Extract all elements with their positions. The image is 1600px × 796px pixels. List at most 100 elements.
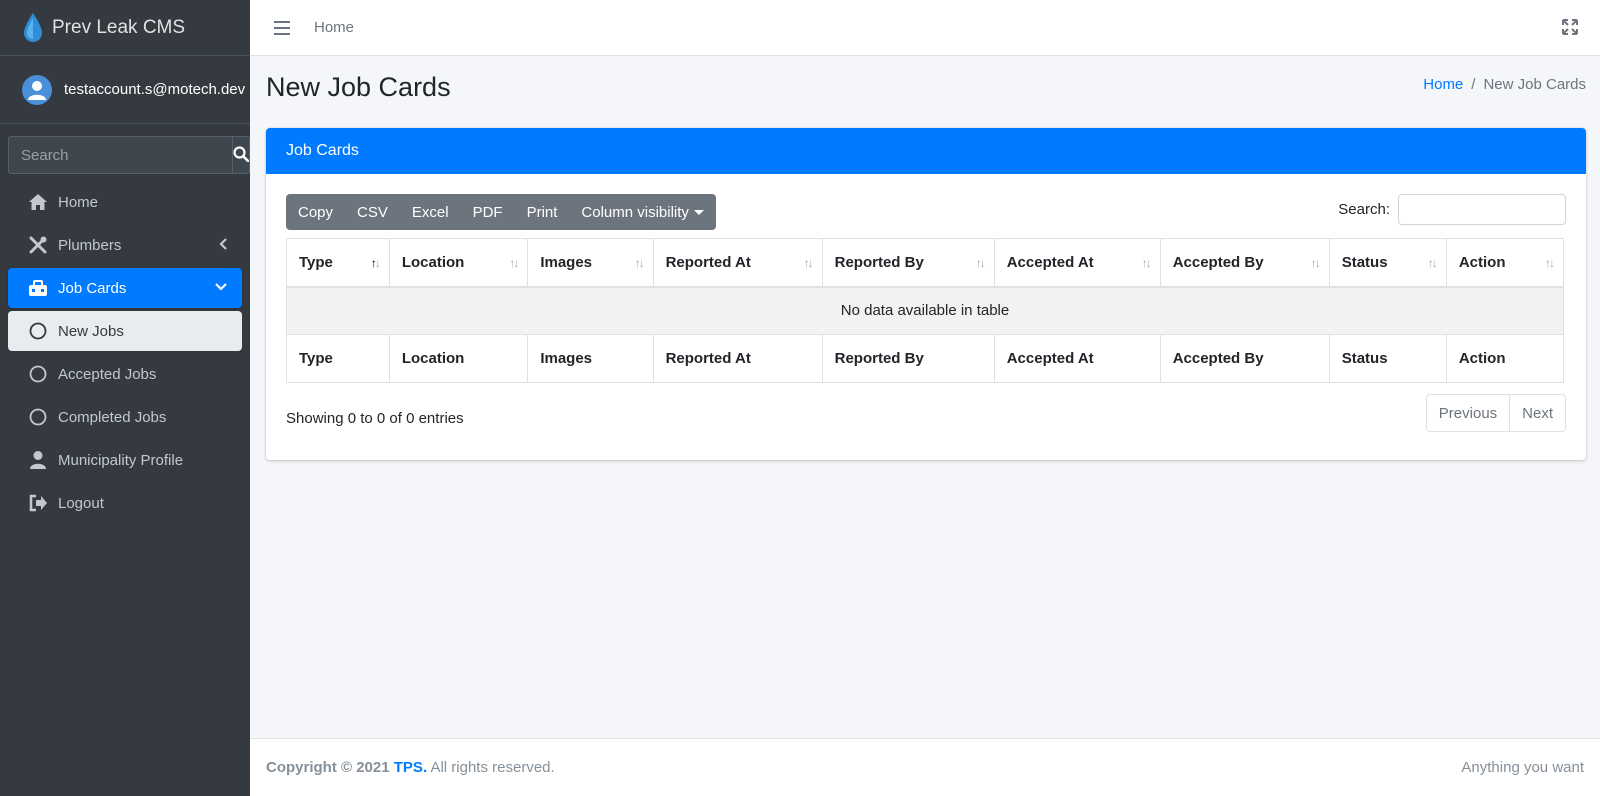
sidebar-nav: Home Plumbers Job Cards New Jobs Accepte… xyxy=(0,182,250,523)
column-header-status[interactable]: Status ↑↓ xyxy=(1328,238,1447,288)
sidebar-search-button[interactable] xyxy=(232,136,250,174)
table-info: Showing 0 to 0 of 0 entries xyxy=(286,410,464,427)
sidebar-item-plumbers[interactable]: Plumbers xyxy=(8,225,242,265)
chevron-left-icon xyxy=(218,236,228,256)
caret-down-icon xyxy=(693,209,704,215)
column-header-label: Images xyxy=(540,253,593,271)
sidebar-item-new-jobs[interactable]: New Jobs xyxy=(8,311,242,351)
column-header-label: Type xyxy=(299,253,333,271)
column-header-accepted-by[interactable]: Accepted By ↑↓ xyxy=(1159,238,1330,288)
sidebar-item-label: Accepted Jobs xyxy=(58,365,157,383)
column-header-label: Accepted At xyxy=(1006,253,1094,271)
page-title: New Job Cards xyxy=(266,72,451,102)
user-email: testaccount.s@motech.dev xyxy=(64,81,246,98)
sort-ascending-icon: ↑↓ xyxy=(370,256,381,270)
sidebar-item-home[interactable]: Home xyxy=(8,182,242,222)
footer-right-text: Anything you want xyxy=(1461,759,1584,776)
sort-icon: ↑↓ xyxy=(975,256,986,270)
toolbox-icon xyxy=(28,278,48,298)
column-header-reported-by[interactable]: Reported By ↑↓ xyxy=(821,238,995,288)
footer-column-status: Status xyxy=(1328,334,1447,383)
table-search-input[interactable] xyxy=(1398,194,1566,225)
sidebar-item-completed-jobs[interactable]: Completed Jobs xyxy=(8,397,242,437)
column-header-label: Action xyxy=(1458,253,1506,271)
company-link[interactable]: TPS. xyxy=(394,759,427,776)
sidebar-item-job-cards[interactable]: Job Cards xyxy=(8,268,242,308)
copy-button[interactable]: Copy xyxy=(286,194,345,230)
pagination: Previous Next xyxy=(1425,394,1566,432)
table-search: Search: xyxy=(1338,194,1566,225)
breadcrumb-separator: / xyxy=(1471,76,1476,93)
top-navbar: Home xyxy=(250,0,1600,56)
column-header-images[interactable]: Images ↑↓ xyxy=(527,238,654,288)
home-icon xyxy=(28,192,48,212)
brand-name: Prev Leak CMS xyxy=(52,16,186,38)
footer-column-images: Images xyxy=(527,334,654,383)
brand-link[interactable]: Prev Leak CMS xyxy=(0,0,250,56)
circle-icon xyxy=(28,407,48,427)
column-visibility-button[interactable]: Column visibility xyxy=(569,194,716,230)
column-header-location[interactable]: Location ↑↓ xyxy=(388,238,529,288)
user-icon xyxy=(28,450,48,470)
sign-out-icon xyxy=(28,493,48,513)
footer-column-reported-by: Reported By xyxy=(821,334,995,383)
column-header-label: Accepted By xyxy=(1172,253,1264,271)
search-icon xyxy=(233,145,250,165)
sidebar-item-label: New Jobs xyxy=(58,322,124,340)
fullscreen-icon[interactable] xyxy=(1562,19,1578,35)
previous-page-button[interactable]: Previous xyxy=(1427,395,1509,431)
sort-icon: ↑↓ xyxy=(1427,256,1438,270)
footer-column-accepted-by: Accepted By xyxy=(1159,334,1330,383)
sidebar-item-label: Completed Jobs xyxy=(58,408,167,426)
sidebar-item-label: Municipality Profile xyxy=(58,451,184,469)
column-header-type[interactable]: Type ↑↓ xyxy=(286,238,390,288)
user-avatar-icon xyxy=(22,74,52,105)
chevron-down-icon xyxy=(214,279,228,297)
column-header-label: Status xyxy=(1341,253,1388,271)
user-panel[interactable]: testaccount.s@motech.dev xyxy=(0,56,250,124)
breadcrumb-home-link[interactable]: Home xyxy=(1423,76,1463,93)
print-button[interactable]: Print xyxy=(515,194,570,230)
sort-icon: ↑↓ xyxy=(803,256,814,270)
sidebar: Prev Leak CMS testaccount.s@motech.dev H… xyxy=(0,0,250,796)
circle-icon xyxy=(28,321,48,341)
breadcrumb: Home / New Job Cards xyxy=(1423,76,1586,93)
footer-column-location: Location xyxy=(388,334,529,383)
water-drop-logo-icon xyxy=(22,12,44,44)
sidebar-search-input[interactable] xyxy=(8,136,232,174)
column-header-reported-at[interactable]: Reported At ↑↓ xyxy=(652,238,823,288)
footer-column-action: Action xyxy=(1445,334,1565,383)
sidebar-item-logout[interactable]: Logout xyxy=(8,483,242,523)
footer-column-accepted-at: Accepted At xyxy=(993,334,1161,383)
hamburger-menu-icon[interactable] xyxy=(274,20,290,35)
table-row-empty: No data available in table xyxy=(286,286,1564,335)
sidebar-item-municipality-profile[interactable]: Municipality Profile xyxy=(8,440,242,480)
sidebar-item-accepted-jobs[interactable]: Accepted Jobs xyxy=(8,354,242,394)
sidebar-item-label: Home xyxy=(58,193,99,211)
pdf-button[interactable]: PDF xyxy=(461,194,515,230)
column-header-label: Reported At xyxy=(665,253,751,271)
sort-icon: ↑↓ xyxy=(509,256,519,270)
excel-button[interactable]: Excel xyxy=(400,194,461,230)
column-header-action[interactable]: Action ↑↓ xyxy=(1445,238,1565,288)
job-cards-table: Type ↑↓ Location ↑↓ Images ↑↓ Reported At ↑↓… xyxy=(286,238,1565,383)
footer-copyright: Copyright © 2021 TPS. All rights reserve… xyxy=(266,759,555,776)
next-page-button[interactable]: Next xyxy=(1509,395,1565,431)
copyright-text: Copyright © 2021 xyxy=(266,759,390,776)
csv-button[interactable]: CSV xyxy=(345,194,400,230)
table-footer-row: Type Location Images Reported At Reporte… xyxy=(286,334,1565,383)
sidebar-item-label: Plumbers xyxy=(58,236,122,254)
export-button-group: Copy CSV Excel PDF Print Column visibili… xyxy=(286,194,716,230)
sort-icon: ↑↓ xyxy=(1310,256,1321,270)
main-content: New Job Cards Home / New Job Cards Job Car… xyxy=(250,56,1600,738)
tools-icon xyxy=(28,235,48,255)
sidebar-search xyxy=(8,136,250,174)
sort-icon: ↑↓ xyxy=(1545,256,1555,270)
table-search-label: Search: xyxy=(1338,201,1390,218)
column-header-accepted-at[interactable]: Accepted At ↑↓ xyxy=(993,238,1161,288)
footer-column-reported-at: Reported At xyxy=(652,334,823,383)
top-nav-home-link[interactable]: Home xyxy=(314,19,354,36)
table-header-row: Type ↑↓ Location ↑↓ Images ↑↓ Reported At ↑↓… xyxy=(286,238,1565,288)
circle-icon xyxy=(28,364,48,384)
empty-table-message: No data available in table xyxy=(286,286,1564,335)
